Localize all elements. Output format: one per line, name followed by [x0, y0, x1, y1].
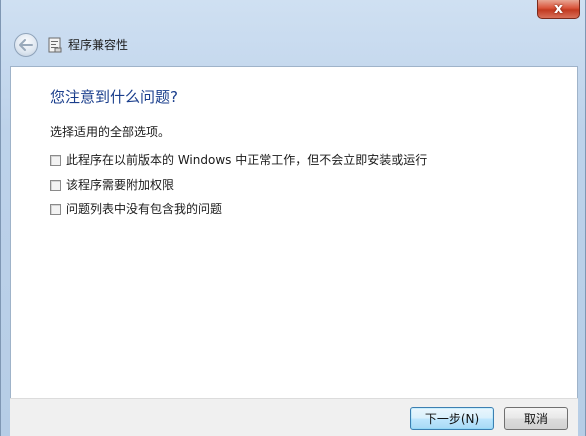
checkbox-problem-not-listed[interactable] — [50, 203, 61, 215]
option-label: 此程序在以前版本的 Windows 中正常工作，但不会立即安装或运行 — [66, 153, 428, 167]
page-heading: 您注意到什么问题? — [50, 88, 178, 106]
option-label: 问题列表中没有包含我的问题 — [66, 202, 223, 216]
navigation-bar: 程序兼容性 — [1, 28, 586, 62]
back-arrow-icon — [19, 39, 33, 51]
compatibility-app-icon — [48, 37, 62, 53]
title-bar[interactable]: x — [1, 0, 586, 22]
back-button[interactable] — [14, 33, 38, 57]
instruction-text: 选择适用的全部选项。 — [50, 125, 171, 139]
close-icon: x — [553, 1, 564, 17]
window-title: 程序兼容性 — [68, 38, 129, 52]
cancel-button[interactable]: 取消 — [504, 407, 568, 430]
option-needs-permissions[interactable]: 该程序需要附加权限 — [50, 177, 174, 193]
checkbox-needs-permissions[interactable] — [50, 179, 61, 191]
option-previous-windows-worked[interactable]: 此程序在以前版本的 Windows 中正常工作，但不会立即安装或运行 — [50, 152, 427, 168]
wizard-content-panel: 您注意到什么问题? 选择适用的全部选项。 此程序在以前版本的 Windows 中… — [10, 66, 578, 436]
option-problem-not-listed[interactable]: 问题列表中没有包含我的问题 — [50, 201, 222, 217]
close-button[interactable]: x — [537, 0, 580, 19]
window-frame: x 程序兼容性 您注意到什么问题? 选择适用的全部选项。 此程序在以前版本的 W… — [0, 0, 586, 436]
checkbox-previous-windows-worked[interactable] — [50, 154, 61, 166]
button-bar: 下一步(N) 取消 — [10, 398, 578, 436]
next-button[interactable]: 下一步(N) — [410, 407, 494, 430]
option-label: 该程序需要附加权限 — [66, 178, 175, 192]
